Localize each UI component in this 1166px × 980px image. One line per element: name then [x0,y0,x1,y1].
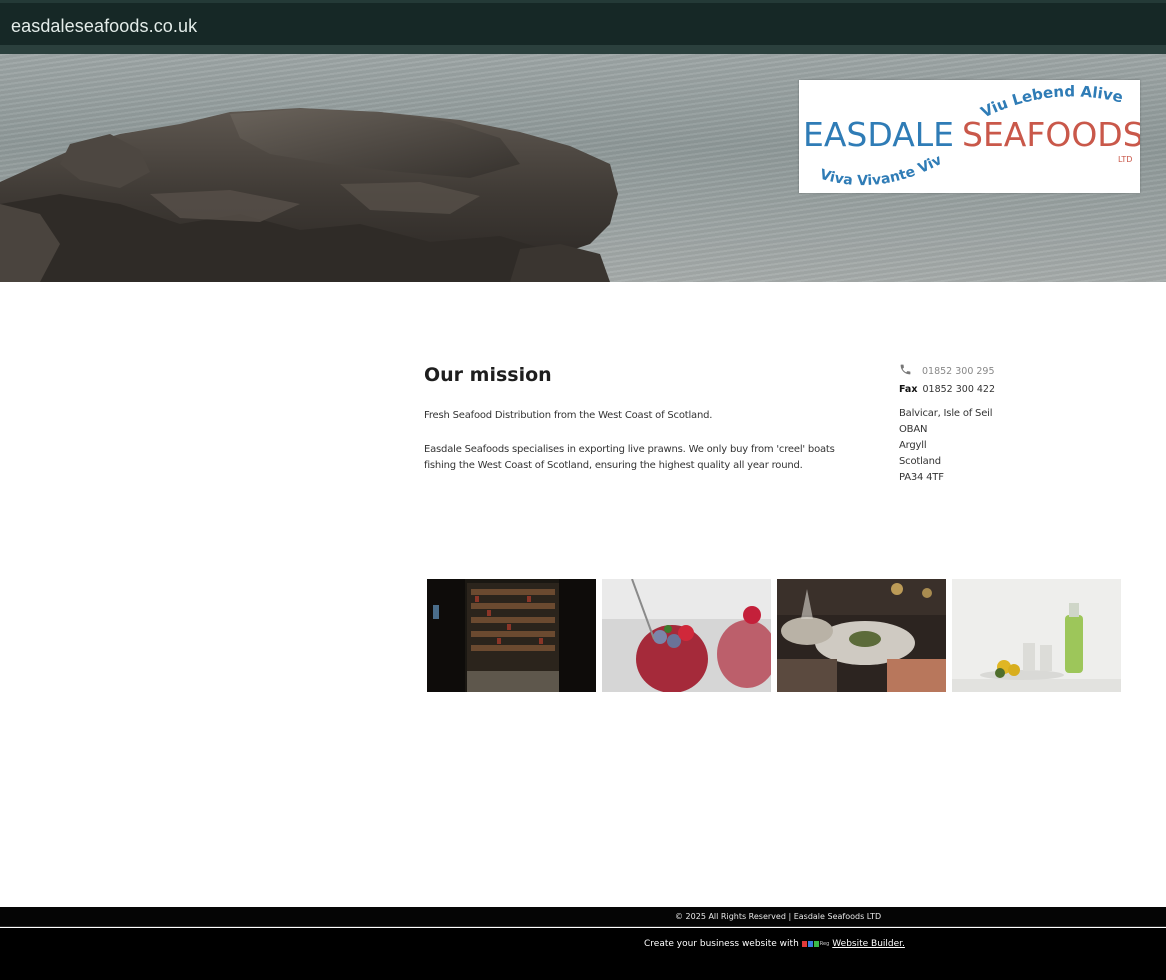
123reg-logo-icon[interactable]: Reg [801,941,829,947]
logo-suffix: LTD [1118,155,1132,164]
address: Balvicar, Isle of Seil OBAN Argyll Scotl… [899,406,995,486]
address-line: Argyll [899,440,927,451]
phone-icon [899,363,912,379]
footer-copyright-bar [0,907,1166,927]
address-line: Balvicar, Isle of Seil [899,408,993,419]
fax-number: 01852 300 422 [922,384,996,395]
site-title[interactable]: easdaleseafoods.co.uk [11,16,197,37]
logo-right-word: SEAFOODS [962,115,1140,154]
lime-drink-image[interactable] [952,579,1121,692]
image-gallery [427,579,1121,692]
mission-intro: Fresh Seafood Distribution from the West… [424,410,713,421]
wine-shop-image[interactable] [427,579,596,692]
mission-title: Our mission [424,364,552,386]
footer-builder-bar [0,928,1166,980]
berry-drink-image[interactable] [602,579,771,692]
site-header: easdaleseafoods.co.uk [0,0,1166,54]
copyright-text: © 2025 All Rights Reserved | Easdale Sea… [675,912,882,921]
address-line: Scotland [899,456,941,467]
company-logo[interactable]: EASDALE SEAFOODS Viu Lebend Alive Viva V… [799,80,1140,193]
logo-left-word: EASDALE [803,115,954,154]
contact-block: 01852 300 295 Fax 01852 300 422 Balvicar,… [899,362,995,486]
phone-number[interactable]: 01852 300 295 [922,366,995,377]
builder-prefix: Create your business website with [644,939,799,949]
address-line: PA34 4TF [899,472,944,483]
phone-row[interactable]: 01852 300 295 [899,362,995,380]
mission-body: Easdale Seafoods specialises in exportin… [424,444,835,471]
website-builder-link[interactable]: Website Builder. [832,939,905,949]
builder-credit: Create your business website with Reg We… [644,939,905,949]
hero-banner: EASDALE SEAFOODS Viu Lebend Alive Viva V… [0,54,1166,282]
fax-label: Fax [899,384,918,395]
fax-row: Fax 01852 300 422 [899,384,995,400]
restaurant-dining-image[interactable] [777,579,946,692]
address-line: OBAN [899,424,928,435]
